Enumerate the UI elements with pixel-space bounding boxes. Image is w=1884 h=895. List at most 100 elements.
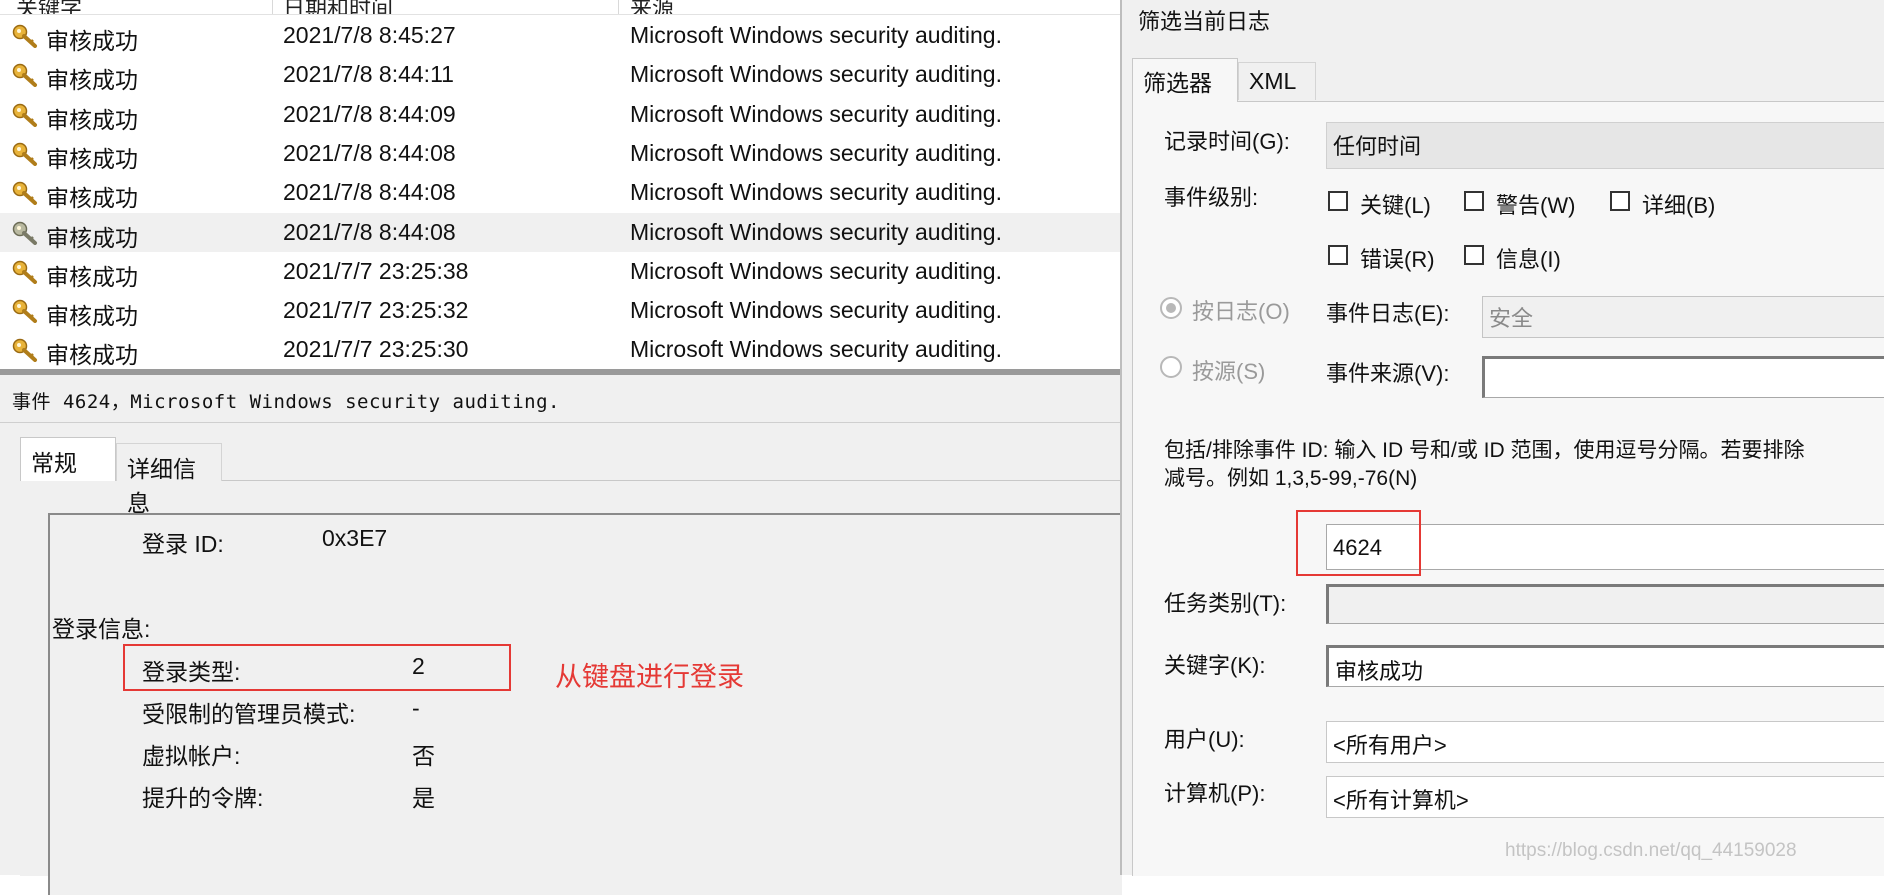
event-viewer-pane: 关键字 日期和时间 来源 审核成功 2021/7/8 8:45:27 Microso… [0,0,1122,895]
checkbox-information[interactable] [1464,245,1484,265]
checkbox-verbose-label[interactable]: 详细(B) [1642,188,1715,220]
column-header-keyword[interactable]: 关键字 [16,0,82,14]
keyword-cell: 审核成功 [46,145,138,172]
radio-by-source-label[interactable]: 按源(S) [1192,354,1265,386]
elevated-token-value: 是 [412,785,435,811]
dialog-title: 筛选当前日志 [1138,9,1271,34]
table-row[interactable]: 审核成功 2021/7/8 8:44:08 Microsoft Windows se… [0,134,1120,173]
key-icon [12,299,38,324]
key-icon [12,103,38,127]
logged-label: 记录时间(G): [1164,129,1290,154]
highlight-box-event-id [1296,510,1421,576]
keyword-cell: 审核成功 [46,185,138,212]
checkbox-verbose[interactable] [1610,191,1630,211]
datetime-cell: 2021/7/8 8:44:08 [283,218,456,245]
column-separator[interactable] [272,0,273,14]
tab-xml[interactable]: XML [1238,62,1316,100]
checkbox-critical-label[interactable]: 关键(L) [1360,188,1431,220]
user-input[interactable]: <所有用户> [1326,721,1884,763]
highlight-box-logon-type [123,644,511,691]
key-icon [12,338,38,363]
table-row[interactable]: 审核成功 2021/7/8 8:44:08 Microsoft Windows se… [0,173,1120,212]
watermark: https://blog.csdn.net/qq_44159028 [1505,840,1797,861]
source-cell: Microsoft Windows security auditing. [630,22,1002,48]
key-icon [12,24,38,48]
source-cell: Microsoft Windows security auditing. [630,61,1002,88]
column-header-datetime[interactable]: 日期和时间 [283,0,393,14]
computer-label: 计算机(P): [1164,781,1266,806]
event-sources-label: 事件来源(V): [1326,361,1450,386]
virtual-account-label: 虚拟帐户: [142,743,241,769]
logged-dropdown[interactable]: 任何时间 [1326,122,1884,169]
virtual-account-value: 否 [412,743,435,769]
table-row[interactable]: 审核成功 2021/7/7 23:25:38 Microsoft Windows s… [0,252,1120,291]
event-logs-dropdown[interactable]: 安全 [1482,296,1884,338]
event-list-header: 关键字 日期和时间 来源 [0,0,1120,15]
radio-by-log[interactable] [1160,297,1182,319]
event-detail-title: 事件 4624，Microsoft Windows security audit… [12,391,560,413]
computer-input[interactable]: <所有计算机> [1326,776,1884,818]
filter-current-log-dialog: 筛选当前日志 筛选器 XML 记录时间(G): 任何时间 事件级别: 关键(L)… [1120,0,1884,876]
source-cell: Microsoft Windows security auditing. [630,297,1002,324]
source-cell: Microsoft Windows security auditing. [630,179,1002,206]
user-label: 用户(U): [1164,727,1245,752]
logon-id-label: 登录 ID: [142,531,224,557]
checkbox-warning[interactable] [1464,191,1484,211]
datetime-cell: 2021/7/8 8:45:27 [283,22,456,48]
table-row[interactable]: 审核成功 2021/7/7 23:25:32 Microsoft Windows s… [0,291,1120,330]
keyword-cell: 审核成功 [46,303,138,330]
checkbox-critical[interactable] [1328,191,1348,211]
divider [0,422,1120,423]
source-cell: Microsoft Windows security auditing. [630,336,1002,363]
event-id-instructions-example: 减号。例如 1,3,5-99,-76(N) [1164,467,1418,490]
keyword-cell: 审核成功 [46,106,138,133]
task-category-dropdown[interactable] [1326,584,1884,624]
keyword-cell: 审核成功 [46,28,138,54]
datetime-cell: 2021/7/8 8:44:09 [283,100,456,127]
datetime-cell: 2021/7/8 8:44:08 [283,139,456,166]
key-icon [12,142,38,166]
table-row[interactable]: 审核成功 2021/7/7 23:25:30 Microsoft Windows s… [0,330,1120,369]
key-icon [12,63,38,88]
keyword-cell: 审核成功 [46,224,138,251]
table-row[interactable]: 审核成功 2021/7/8 8:44:11 Microsoft Windows se… [0,55,1120,94]
column-separator[interactable] [618,0,619,14]
logon-info-heading: 登录信息: [52,616,151,642]
event-detail-pane: 事件 4624，Microsoft Windows security audit… [0,375,1122,895]
table-row[interactable]: 审核成功 2021/7/8 8:44:08 Microsoft Windows se… [0,212,1120,252]
table-row[interactable]: 审核成功 2021/7/8 8:44:09 Microsoft Windows se… [0,95,1120,134]
event-id-instructions: 包括/排除事件 ID: 输入 ID 号和/或 ID 范围，使用逗号分隔。若要排除 [1164,439,1805,462]
radio-by-source[interactable] [1160,356,1182,378]
logon-id-value: 0x3E7 [322,525,388,551]
keywords-label: 关键字(K): [1164,653,1266,678]
checkbox-error[interactable] [1328,245,1348,265]
restricted-admin-mode-value: - [412,695,420,721]
restricted-admin-mode-label: 受限制的管理员模式: [142,701,356,727]
source-cell: Microsoft Windows security auditing. [630,100,1002,127]
checkbox-information-label[interactable]: 信息(I) [1496,242,1561,274]
datetime-cell: 2021/7/8 8:44:11 [283,61,454,88]
key-icon [12,221,38,245]
datetime-cell: 2021/7/7 23:25:30 [283,336,469,363]
event-level-label: 事件级别: [1164,185,1259,210]
keyword-cell: 审核成功 [46,263,138,290]
source-cell: Microsoft Windows security auditing. [630,257,1002,284]
radio-by-log-label[interactable]: 按日志(O) [1192,294,1290,326]
column-header-source[interactable]: 来源 [630,0,674,14]
datetime-cell: 2021/7/8 8:44:08 [283,179,456,206]
event-description-box: 登录 ID: 0x3E7 登录信息: 登录类型: 2 受限制的管理员模式: - … [48,513,1122,895]
task-category-label: 任务类别(T): [1164,591,1287,616]
event-sources-dropdown[interactable] [1482,356,1884,398]
checkbox-error-label[interactable]: 错误(R) [1360,242,1435,274]
datetime-cell: 2021/7/7 23:25:32 [283,297,469,324]
table-row[interactable]: 审核成功 2021/7/8 8:45:27 Microsoft Windows se… [0,16,1120,55]
keywords-dropdown[interactable]: 审核成功 [1326,645,1884,687]
key-icon [12,181,38,206]
source-cell: Microsoft Windows security auditing. [630,218,1002,245]
tab-filter[interactable]: 筛选器 [1132,58,1238,102]
checkbox-warning-label[interactable]: 警告(W) [1496,188,1575,220]
event-logs-label: 事件日志(E): [1326,301,1450,326]
tab-details[interactable]: 详细信息 [116,443,222,516]
tab-general[interactable]: 常规 [20,437,116,481]
datetime-cell: 2021/7/7 23:25:38 [283,257,469,284]
